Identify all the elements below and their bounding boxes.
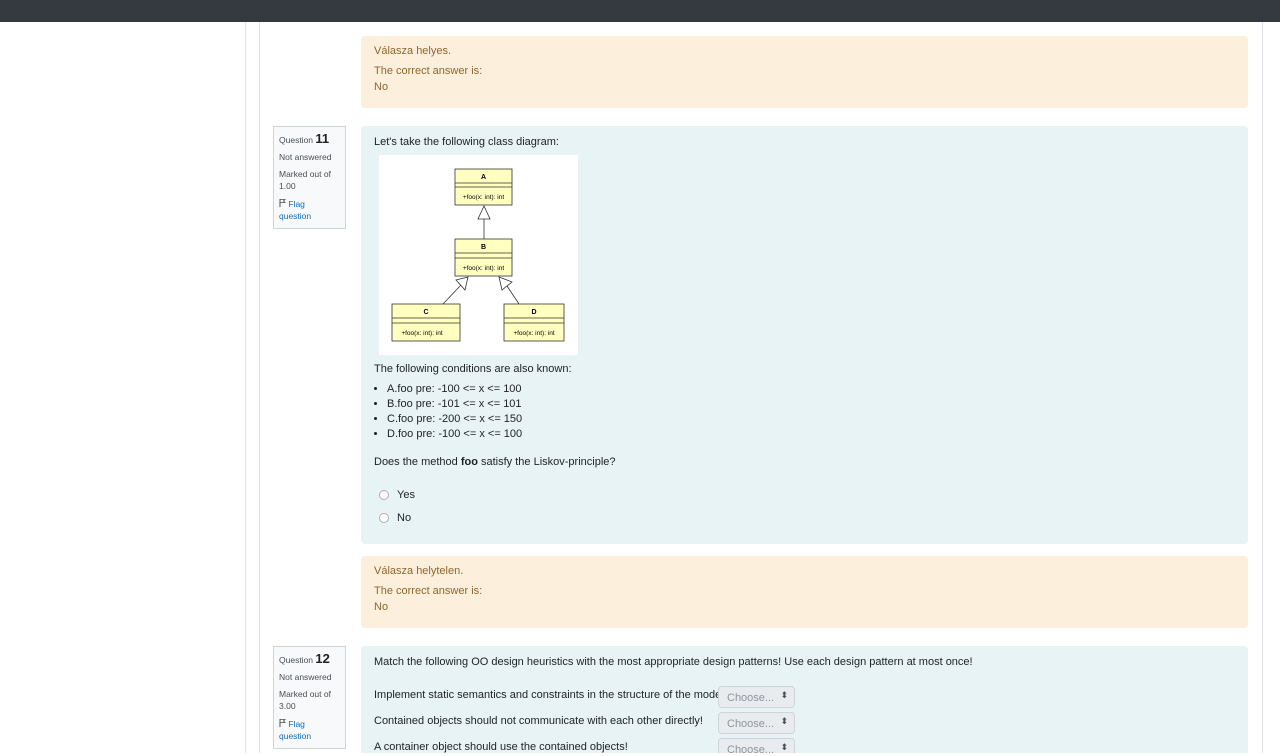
updown-chevron-icon: ⬍ — [780, 742, 788, 752]
match-select-2[interactable]: Choose... ⬍ — [718, 712, 795, 734]
sidebar-divider — [245, 22, 246, 753]
conditions-list: A.foo pre: -100 <= x <= 100 B.foo pre: -… — [374, 382, 522, 442]
match-row-text: A container object should use the contai… — [374, 741, 628, 753]
match-row-text: Implement static semantics and constrain… — [374, 689, 727, 701]
question-state: Not answered — [279, 672, 332, 682]
question-mark-label: Marked out of — [279, 689, 331, 699]
match-select-1[interactable]: Choose... ⬍ — [718, 686, 795, 708]
question-mark-label: Marked out of — [279, 169, 331, 179]
answer-label-no[interactable]: No — [397, 512, 411, 524]
q11-content: The following conditions are also known:… — [361, 126, 1248, 544]
question-number: Question 11 — [279, 131, 330, 146]
top-navbar — [0, 0, 1280, 22]
flag-question-link[interactable]: Flag — [279, 719, 305, 729]
correct-answer-label: The correct answer is: — [374, 585, 483, 597]
flag-question-link[interactable]: Flag — [279, 199, 305, 209]
q12-info-panel: Question 12 Not answered Marked out of 3… — [273, 646, 346, 749]
question-number: Question 12 — [279, 651, 330, 666]
question-text: Does the method foo satisfy the Liskov-p… — [374, 456, 616, 468]
match-select-3[interactable]: Choose... ⬍ — [718, 738, 795, 756]
question-mark-value: 3.00 — [279, 701, 296, 711]
feedback-status: Válasza helyes. — [374, 45, 452, 57]
match-row-text: Contained objects should not communicate… — [374, 715, 703, 727]
updown-chevron-icon: ⬍ — [780, 690, 788, 700]
answer-label-yes[interactable]: Yes — [397, 489, 415, 501]
flag-question-link-2[interactable]: question — [279, 731, 311, 741]
updown-chevron-icon: ⬍ — [780, 716, 788, 726]
feedback-status: Válasza helytelen. — [374, 565, 464, 577]
q10-feedback-box: Válasza helyes. The correct answer is: N… — [361, 36, 1248, 108]
question-mark-value: 1.00 — [279, 181, 296, 191]
answer-radio-yes[interactable] — [379, 490, 389, 500]
q11-feedback-box: Válasza helytelen. The correct answer is… — [361, 556, 1248, 628]
select-value: Choose... — [727, 692, 775, 704]
q11-info-panel: Question 11 Not answered Marked out of 1… — [273, 126, 346, 229]
correct-answer-label: The correct answer is: — [374, 65, 483, 77]
condition-item: C.foo pre: -200 <= x <= 150 — [387, 412, 522, 427]
condition-item: B.foo pre: -101 <= x <= 101 — [387, 397, 522, 412]
flag-icon — [279, 199, 288, 209]
question-state: Not answered — [279, 152, 332, 162]
condition-item: D.foo pre: -100 <= x <= 100 — [387, 427, 522, 442]
correct-answer-value: No — [374, 81, 389, 93]
q12-formulation: Match the following OO design heuristics… — [361, 646, 1248, 753]
right-divider — [1262, 22, 1263, 753]
question-intro: Match the following OO design heuristics… — [374, 656, 973, 668]
condition-item: A.foo pre: -100 <= x <= 100 — [387, 382, 522, 397]
conditions-intro: The following conditions are also known: — [374, 363, 572, 375]
select-value: Choose... — [727, 744, 775, 756]
select-value: Choose... — [727, 718, 775, 730]
flag-icon — [279, 719, 288, 729]
content-divider — [259, 22, 260, 753]
flag-question-link-2[interactable]: question — [279, 211, 311, 221]
correct-answer-value: No — [374, 601, 389, 613]
answer-radio-no[interactable] — [379, 513, 389, 523]
